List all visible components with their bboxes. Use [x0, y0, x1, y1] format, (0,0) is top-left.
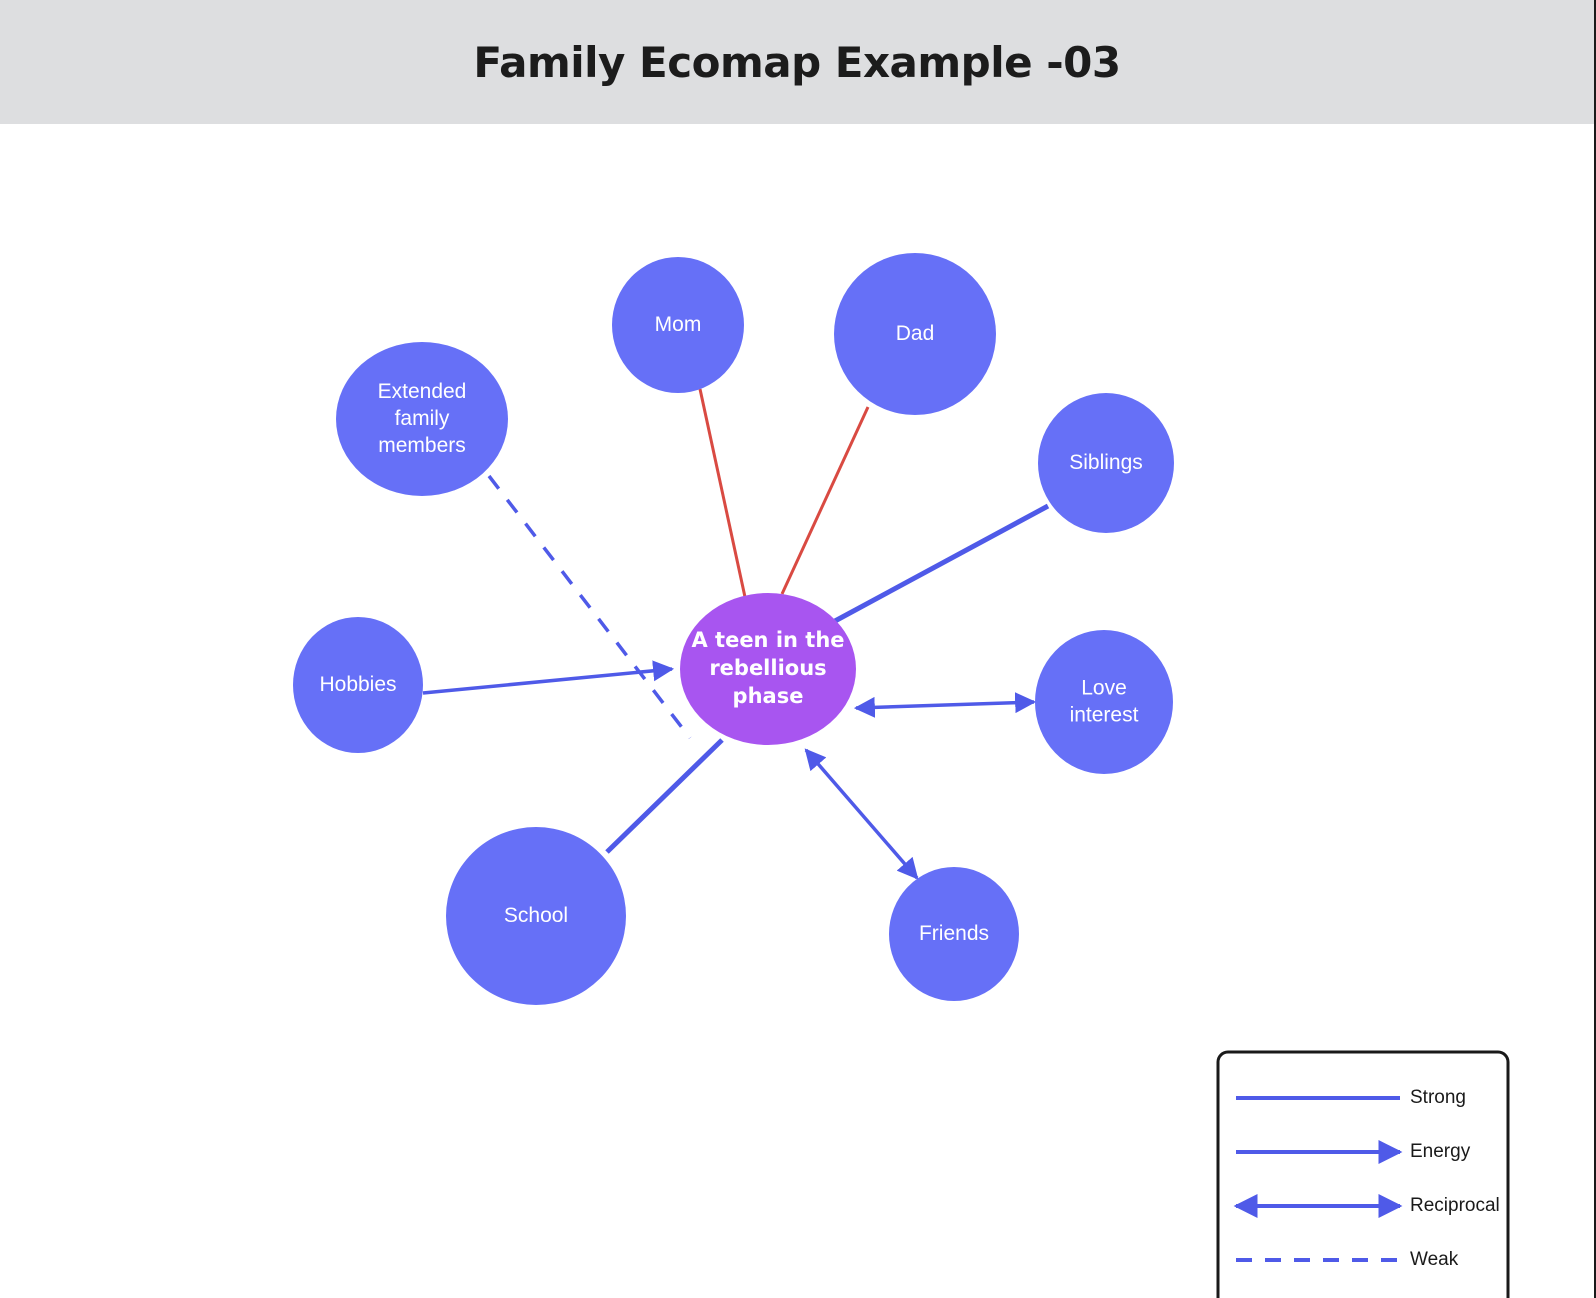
ecomap-diagram: Mom Dad Extended family members Siblings Hobbi… [293, 253, 1510, 1298]
node-mom[interactable]: Mom [612, 257, 744, 393]
edge-dad-to-teen [780, 406, 870, 595]
legend-label-strong: Strong [1410, 1087, 1466, 1108]
node-label-siblings: Siblings [1069, 451, 1143, 474]
node-teen[interactable]: A teen in the rebellious phase [680, 593, 856, 745]
edge-teen-to-friends [804, 748, 919, 880]
node-label-mom: Mom [655, 313, 702, 336]
legend-label-energy: Energy [1410, 1141, 1471, 1162]
edge-school-to-teen [605, 738, 724, 854]
edge-siblings-to-teen [833, 503, 1050, 624]
legend: StrongEnergyReciprocalWeakStrenuous [1216, 1050, 1510, 1298]
legend-label-weak: Weak [1410, 1249, 1459, 1270]
node-extended[interactable]: Extended family members [336, 342, 508, 496]
node-label-dad: Dad [896, 322, 935, 345]
edge-teen-to-love [853, 692, 1037, 718]
node-dad[interactable]: Dad [834, 253, 996, 415]
edge-hobbies-to-teen [422, 660, 675, 695]
node-layer: Mom Dad Extended family members Siblings Hobbi… [293, 253, 1174, 1005]
title-bar: Family Ecomap Example -03 [0, 0, 1594, 124]
node-hobbies[interactable]: Hobbies [293, 617, 423, 753]
ecomap-canvas: Family Ecomap Example -03 Mom Dad Extended… [0, 0, 1596, 1298]
node-label-friends: Friends [919, 922, 989, 945]
edge-mom-to-teen [698, 388, 747, 598]
page-title: Family Ecomap Example -03 [473, 37, 1121, 87]
legend-label-reciprocal: Reciprocal [1410, 1195, 1500, 1216]
node-label-school: School [504, 904, 568, 927]
edge-extended-to-teen [487, 474, 692, 740]
node-friends[interactable]: Friends [889, 867, 1019, 1001]
node-shape-love [1035, 630, 1173, 774]
node-love[interactable]: Love interest [1035, 630, 1173, 774]
node-label-hobbies: Hobbies [319, 673, 396, 696]
node-school[interactable]: School [446, 827, 626, 1005]
node-siblings[interactable]: Siblings [1038, 393, 1174, 533]
